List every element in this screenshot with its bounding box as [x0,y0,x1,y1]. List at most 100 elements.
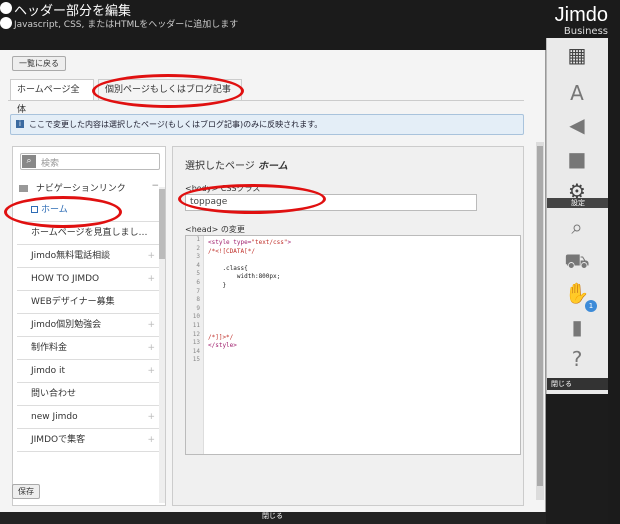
tab-divider [8,100,524,101]
line-number: 3 [196,253,200,261]
expand-icon[interactable]: + [147,268,155,290]
handshake-icon[interactable]: ✋ [561,280,593,306]
list-item[interactable]: HOW TO JIMDO + [17,268,163,291]
brand-name: Jimdo [554,4,608,26]
line-number: 11 [192,321,200,329]
title-page-name: ホーム [258,161,288,172]
search-placeholder: 検索 [41,159,60,169]
rail-close-button[interactable]: 閉じる [547,378,609,390]
save-button[interactable]: 保存 [12,484,40,499]
nav-item-label: new Jimdo [31,412,78,422]
code-token: "text/css" [251,239,288,246]
help-icon[interactable] [0,17,12,29]
font-style-icon[interactable]: A [561,80,593,106]
brand-tier: Business [563,26,608,37]
brand-logo: Jimdo Business [555,4,608,37]
line-number: 8 [196,296,200,304]
tab-whole-site[interactable]: ホームページ全体 [10,79,94,115]
line-number: 5 [196,270,200,278]
list-item[interactable]: JIMDOで集客 + [17,429,163,452]
line-number: 4 [196,261,200,269]
code-editor[interactable]: 1 2 3 4 5 6 7 8 9 10 11 12 13 14 15 <sty… [185,235,521,455]
nav-item-label: Jimdo個別勉強会 [31,320,102,330]
line-number: 12 [192,330,200,338]
title-prefix: 選択したページ [185,161,255,172]
code-line-6: } [208,282,227,289]
nav-item-label: 制作料金 [31,343,68,353]
list-item[interactable]: Jimdo個別勉強会 + [17,314,163,337]
expand-icon[interactable]: + [147,406,155,428]
code-line-5: width:800px; [208,273,281,281]
rail-close-label: 閉じる [551,380,572,388]
code-line-1: <style type="text/css"> [208,239,291,246]
search-input[interactable]: ⌕ 検索 [20,153,160,170]
tool-rail: ▦ A ◀ ■ ⚙ 設定 ⌕ ⛟ 1 ✋ ▮ ? 閉じる [546,38,609,394]
nav-section-header[interactable]: ナビゲーションリンク − [19,181,159,194]
line-number: 9 [196,304,200,312]
list-item[interactable]: WEBデザイナー募集 [17,291,163,314]
line-number: 10 [192,313,200,321]
bottom-close-button[interactable]: 閉じる [262,512,283,520]
bar-chart-icon[interactable]: ▮ [561,314,593,340]
expand-icon[interactable]: + [147,245,155,267]
nav-list: ホーム ホームページを見直しまし… Jimdo無料電話相談 + HOW TO JI… [17,199,163,452]
bottom-bar: 閉じる [0,512,546,524]
back-to-list-button[interactable]: 一覧に戻る [12,56,66,71]
nav-scrollbar[interactable] [159,187,165,503]
line-number: 7 [196,287,200,295]
list-item[interactable]: new Jimdo + [17,406,163,429]
nav-item-label: 問い合わせ [31,389,77,399]
panel-scrollbar[interactable] [536,142,544,500]
help-icon[interactable]: ? [561,346,593,372]
code-token: > [287,239,292,246]
list-item[interactable]: Jimdo it + [17,360,163,383]
info-banner: i ここで変更した内容は選択したページ(もしくはブログ記事)のみに反映されます。 [10,114,524,135]
nav-item-label: JIMDOで集客 [31,435,86,445]
cart-icon[interactable]: ⛟ [561,248,593,274]
head-edit-label: <head> の変更 [185,225,245,234]
line-number: 2 [196,244,200,252]
list-item[interactable]: 問い合わせ [17,383,163,406]
info-text: ここで変更した内容は選択したページ(もしくはブログ記事)のみに反映されます。 [29,120,323,129]
scroll-thumb[interactable] [537,146,543,486]
line-number: 6 [196,278,200,286]
nav-section-label: ナビゲーションリンク [35,184,126,194]
nav-item-label: WEBデザイナー募集 [31,297,115,307]
info-icon: i [16,120,24,128]
editor-panel: 一覧に戻る ホームページ全体 個別ページもしくはブログ記事 i ここで変更した内… [0,50,546,512]
rail-edge [608,38,620,524]
close-icon[interactable] [0,2,12,14]
dialog-header: ヘッダー部分を編集 Javascript, CSS, またはHTMLをヘッダーに… [0,0,620,50]
expand-icon[interactable]: + [147,314,155,336]
stats-search-icon[interactable]: ⌕ [561,214,593,240]
nav-item-label: ホームページを見直しまし… [31,228,148,238]
expand-icon[interactable]: + [147,337,155,359]
scroll-thumb[interactable] [159,189,165,259]
line-number: 14 [192,347,200,355]
expand-icon[interactable]: + [147,360,155,382]
line-number: 15 [192,356,200,364]
nav-item-label: HOW TO JIMDO [31,274,100,284]
line-number: 1 [196,236,200,243]
code-line-4: .class{ [208,264,248,272]
search-icon: ⌕ [22,155,36,168]
code-line-13: </style> [208,342,237,350]
list-item[interactable]: 制作料金 + [17,337,163,360]
nav-item-label: Jimdo it [31,366,66,376]
announce-icon[interactable]: ◀ [561,112,593,138]
layout-icon[interactable]: ▦ [561,42,593,68]
highlight-annotation [92,74,244,108]
expand-icon[interactable]: + [147,429,155,451]
list-item[interactable]: Jimdo無料電話相談 + [17,245,163,268]
box-icon[interactable]: ■ [561,146,593,172]
nav-item-label: Jimdo無料電話相談 [31,251,111,261]
selected-page-title: 選択したページ ホーム [185,157,288,172]
settings-label: 設定 [547,198,609,208]
line-number-gutter: 1 2 3 4 5 6 7 8 9 10 11 12 13 14 15 [186,236,204,454]
highlight-annotation [4,196,122,228]
code-token: <style type= [208,239,252,246]
code-line-2: /*<![CDATA[*/ [208,247,255,255]
folder-icon [19,185,28,192]
dialog-subtitle: Javascript, CSS, またはHTMLをヘッダーに追加します [14,20,239,30]
collapse-icon[interactable]: − [151,181,159,191]
